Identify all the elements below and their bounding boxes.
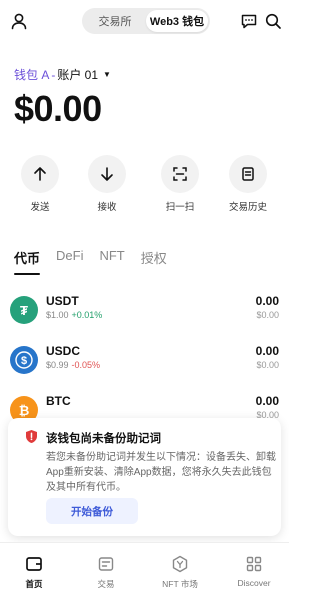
receive-button[interactable]: 接收: [77, 155, 137, 213]
start-backup-button[interactable]: 开始备份: [46, 498, 138, 524]
bottom-nav: 首页 交易 NFT 市场 Discover: [0, 542, 289, 600]
backup-warning-description: 若您未备份助记词并发生以下情况：设备丢失、卸载App重新安装、清除App数据，您…: [46, 452, 276, 493]
token-amount: 0.00: [255, 344, 279, 358]
nav-discover[interactable]: Discover: [222, 553, 286, 588]
nav-trade-label: 交易: [97, 579, 115, 589]
total-balance: $0.00: [14, 88, 102, 129]
asset-tabs: 代币 DeFi NFT 授权: [14, 248, 167, 275]
token-symbol: BTC: [46, 394, 71, 408]
top-bar: 交易所 Web3 钱包: [0, 0, 289, 42]
wallet-icon: [23, 553, 45, 575]
wallet-account-selector[interactable]: 钱包 A - 账户 01 ▼: [14, 66, 111, 83]
token-amount: 0.00: [255, 294, 279, 308]
nav-discover-label: Discover: [237, 578, 271, 588]
token-price: $0.99: [46, 360, 69, 370]
scan-button[interactable]: 扫一扫: [150, 155, 210, 213]
send-button[interactable]: 发送: [10, 155, 70, 213]
nav-nft-market-label: NFT 市场: [162, 579, 198, 589]
arrow-up-icon: [21, 155, 59, 193]
receive-label: 接收: [97, 202, 117, 213]
backup-warning-title: 该钱包尚未备份助记词: [46, 433, 161, 445]
nav-home-label: 首页: [25, 579, 43, 589]
chat-icon[interactable]: [238, 10, 260, 32]
action-row: 发送 接收 扫一扫 交易历史: [0, 155, 289, 215]
wallet-name: 钱包 A: [14, 68, 50, 82]
token-value: $0.00: [256, 310, 279, 320]
nav-trade[interactable]: 交易: [74, 553, 138, 590]
shield-warning-icon: [24, 429, 39, 444]
history-icon: [229, 155, 267, 193]
tab-defi[interactable]: DeFi: [56, 248, 83, 275]
history-label: 交易历史: [228, 202, 267, 213]
scan-icon: [161, 155, 199, 193]
token-price-line: $1.00 +0.01%: [46, 310, 102, 320]
person-icon[interactable]: [8, 10, 30, 32]
search-icon[interactable]: [262, 10, 284, 32]
token-symbol: USDC: [46, 344, 81, 358]
svg-text:$: $: [21, 355, 27, 367]
nav-nft-market[interactable]: NFT 市场: [148, 553, 212, 590]
backup-warning-card: 该钱包尚未备份助记词 若您未备份助记词并发生以下情况：设备丢失、卸载App重新安…: [8, 418, 281, 536]
wallet-separator: -: [51, 67, 56, 82]
token-symbol: USDT: [46, 294, 79, 308]
token-change: +0.01%: [71, 310, 103, 320]
send-label: 发送: [30, 202, 50, 213]
tab-tokens[interactable]: 代币: [14, 248, 41, 275]
tab-exchange[interactable]: 交易所: [84, 10, 146, 32]
tab-approvals[interactable]: 授权: [141, 248, 167, 275]
token-row-usdc[interactable]: $ USDC $0.99 -0.05% 0.00 $0.00: [0, 340, 289, 390]
mode-segmented-control: 交易所 Web3 钱包: [82, 8, 210, 34]
token-amount: 0.00: [255, 394, 279, 408]
nft-market-icon: [169, 553, 191, 575]
token-price-line: $0.99 -0.05%: [46, 360, 100, 370]
arrow-down-icon: [88, 155, 126, 193]
account-name: 账户 01: [57, 68, 99, 82]
token-row-usdt[interactable]: ₮ USDT $1.00 +0.01% 0.00 $0.00: [0, 290, 289, 340]
scan-label: 扫一扫: [165, 202, 195, 213]
history-button[interactable]: 交易历史: [218, 155, 278, 213]
trade-icon: [95, 553, 117, 575]
app-root: 交易所 Web3 钱包 钱包 A - 账户 01 ▼ $0.00 发送 接收 扫…: [0, 0, 289, 600]
usdt-coin-icon: ₮: [10, 296, 38, 324]
caret-down-icon: ▼: [103, 70, 111, 79]
usdc-coin-icon: $: [10, 346, 38, 374]
tab-nft[interactable]: NFT: [99, 248, 124, 275]
token-value: $0.00: [256, 360, 279, 370]
token-price: $1.00: [46, 310, 69, 320]
nav-home[interactable]: 首页: [2, 553, 66, 590]
tab-web3-wallet[interactable]: Web3 钱包: [146, 10, 208, 32]
discover-grid-icon: [243, 553, 265, 575]
token-change: -0.05%: [71, 360, 101, 370]
